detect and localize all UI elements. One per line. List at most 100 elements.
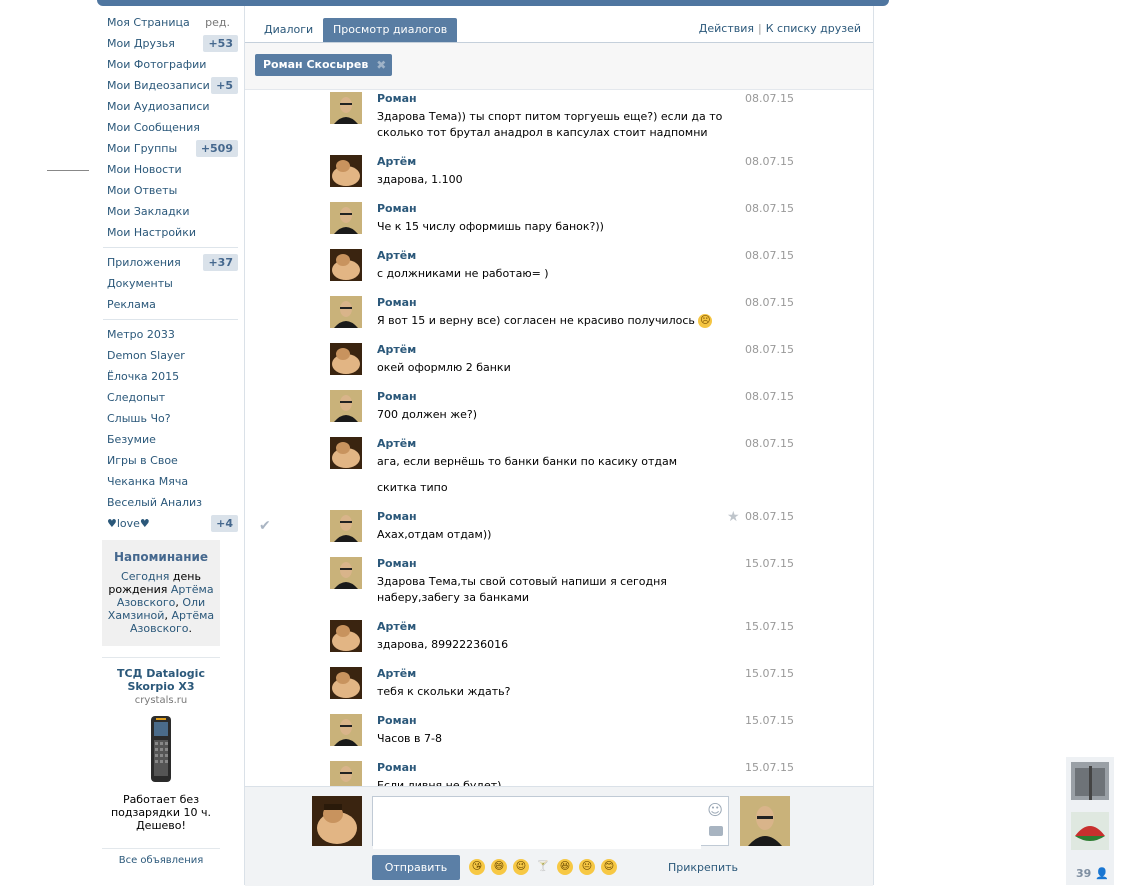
send-button[interactable]: Отправить — [372, 855, 460, 880]
emoji-kiss-icon[interactable]: 😘 — [469, 859, 485, 875]
all-ads-link[interactable]: Все объявления — [102, 848, 220, 866]
author-name[interactable]: Роман — [377, 296, 417, 309]
message-body: с должниками не работаю= ) — [377, 267, 549, 280]
author-avatar[interactable] — [330, 249, 362, 281]
smile-icon[interactable]: ☺ — [707, 801, 723, 819]
author-name[interactable]: Роман — [377, 390, 417, 403]
author-name[interactable]: Роман — [377, 761, 417, 774]
ad-title[interactable]: ТСД Datalogic Skorpio X3 — [102, 667, 220, 693]
attach-link[interactable]: Прикрепить — [668, 861, 738, 874]
message-list[interactable]: Роман 08.07.15 Здарова Тема)) ты спорт пит… — [245, 90, 873, 786]
nav-game[interactable]: Веселый Анализ — [100, 492, 240, 513]
count-badge[interactable]: +53 — [203, 35, 238, 52]
tab-dialogs[interactable]: Диалоги — [264, 18, 313, 42]
author-name[interactable]: Роман — [377, 714, 417, 727]
message-input-box[interactable]: ☺ — [372, 796, 729, 849]
author-name[interactable]: Артём — [377, 155, 416, 168]
nav-game[interactable]: Игры в Свое — [100, 450, 240, 471]
author-name[interactable]: Артём — [377, 343, 416, 356]
nav-game[interactable]: ♥love♥ +4 — [100, 513, 240, 534]
author-avatar[interactable] — [330, 155, 362, 187]
nav-my-videos[interactable]: Мои Видеозаписи +5 — [100, 75, 240, 96]
close-icon[interactable]: ✖ — [376, 54, 386, 76]
nav-game[interactable]: Чеканка Мяча — [100, 471, 240, 492]
check-icon[interactable]: ✔ — [259, 518, 271, 534]
nav-my-page[interactable]: Моя Страница ред. — [100, 12, 240, 33]
nav-my-audio[interactable]: Мои Аудиозаписи — [100, 96, 240, 117]
friend-thumb[interactable] — [1071, 762, 1109, 800]
author-avatar[interactable] — [330, 390, 362, 422]
author-avatar[interactable] — [330, 343, 362, 375]
scanner-image[interactable] — [141, 714, 181, 784]
emoji-grin-icon[interactable]: 😄 — [491, 859, 507, 875]
emoji-neutral-icon[interactable]: 😐 — [579, 859, 595, 875]
count-badge[interactable]: +37 — [203, 254, 238, 271]
author-avatar[interactable] — [330, 761, 362, 786]
nav-ads[interactable]: Реклама — [100, 294, 240, 315]
nav-game[interactable]: Безумие — [100, 429, 240, 450]
message-text: с должниками не работаю= ) — [377, 266, 737, 282]
author-avatar[interactable] — [330, 667, 362, 699]
author-avatar[interactable] — [330, 437, 362, 469]
nav-apps[interactable]: Приложения +37 — [100, 252, 240, 273]
nav-documents[interactable]: Документы — [100, 273, 240, 294]
nav-my-settings[interactable]: Мои Настройки — [100, 222, 240, 243]
emoji-blush-icon[interactable]: 😊 — [601, 859, 617, 875]
composer: ☺ Отправить 😘 😄 😉 🍸 😆 😐 😊 Прикрепить — [245, 786, 873, 886]
author-avatar[interactable] — [330, 92, 362, 124]
author-name[interactable]: Роман — [377, 557, 417, 570]
filter-bar: Роман Скосырев ✖ — [245, 43, 873, 90]
message-body: ага, если вернёшь то банки банки по каси… — [377, 455, 678, 468]
author-name[interactable]: Артём — [377, 249, 416, 262]
nav-my-friends[interactable]: Мои Друзья +53 — [100, 33, 240, 54]
tab-view-dialogs[interactable]: Просмотр диалогов — [323, 18, 458, 42]
friend-thumb[interactable] — [1071, 812, 1109, 850]
nav-my-bookmarks[interactable]: Мои Закладки — [100, 201, 240, 222]
today-link[interactable]: Сегодня — [121, 570, 169, 583]
peer-avatar[interactable] — [740, 796, 790, 846]
emoji-wink-icon[interactable]: 😉 — [513, 859, 529, 875]
friends-count[interactable]: 39 👤 — [1076, 867, 1109, 880]
nav-my-news[interactable]: Мои Новости — [100, 159, 240, 180]
nav-my-answers[interactable]: Мои Ответы — [100, 180, 240, 201]
star-icon[interactable]: ★ — [727, 509, 740, 525]
nav-my-photos[interactable]: Мои Фотографии — [100, 54, 240, 75]
nav-game[interactable]: Слышь Чо? — [100, 408, 240, 429]
author-name[interactable]: Артём — [377, 667, 416, 680]
author-name[interactable]: Роман — [377, 202, 417, 215]
author-name[interactable]: Роман — [377, 92, 417, 105]
edit-link[interactable]: ред. — [205, 12, 230, 33]
count-badge[interactable]: +5 — [211, 77, 238, 94]
message-input[interactable] — [373, 797, 701, 849]
author-name[interactable]: Артём — [377, 437, 416, 450]
to-friends-link[interactable]: К списку друзей — [766, 22, 861, 35]
nav-game[interactable]: Demon Slayer — [100, 345, 240, 366]
author-avatar[interactable] — [330, 714, 362, 746]
nav-game[interactable]: Ёлочка 2015 — [100, 366, 240, 387]
author-avatar[interactable] — [330, 510, 362, 542]
filter-chip[interactable]: Роман Скосырев ✖ — [255, 54, 393, 76]
count-badge[interactable]: +4 — [211, 515, 238, 532]
my-avatar[interactable] — [312, 796, 362, 846]
message-text: окей оформлю 2 банки — [377, 360, 737, 376]
author-avatar[interactable] — [330, 202, 362, 234]
nav-my-messages[interactable]: Мои Сообщения — [100, 117, 240, 138]
emoji-glass-icon[interactable]: 🍸 — [535, 859, 551, 875]
friends-online-panel: 39 👤 — [1066, 757, 1114, 885]
ad-block[interactable]: ТСД Datalogic Skorpio X3 crystals.ru Раб… — [102, 657, 220, 866]
count-badge[interactable]: +509 — [195, 140, 238, 157]
author-avatar[interactable] — [330, 296, 362, 328]
nav-game[interactable]: Метро 2033 — [100, 324, 240, 345]
message-text: Че к 15 числу оформишь пару банок?)) — [377, 219, 737, 235]
author-name[interactable]: Артём — [377, 620, 416, 633]
emoji-laugh-icon[interactable]: 😆 — [557, 859, 573, 875]
author-avatar[interactable] — [330, 620, 362, 652]
author-avatar[interactable] — [330, 557, 362, 589]
camera-icon[interactable] — [709, 826, 723, 836]
nav-divider — [103, 319, 238, 320]
author-name[interactable]: Роман — [377, 510, 417, 523]
message-date: 08.07.15 — [745, 437, 794, 450]
nav-my-groups[interactable]: Мои Группы +509 — [100, 138, 240, 159]
nav-game[interactable]: Следопыт — [100, 387, 240, 408]
actions-link[interactable]: Действия — [699, 22, 754, 35]
